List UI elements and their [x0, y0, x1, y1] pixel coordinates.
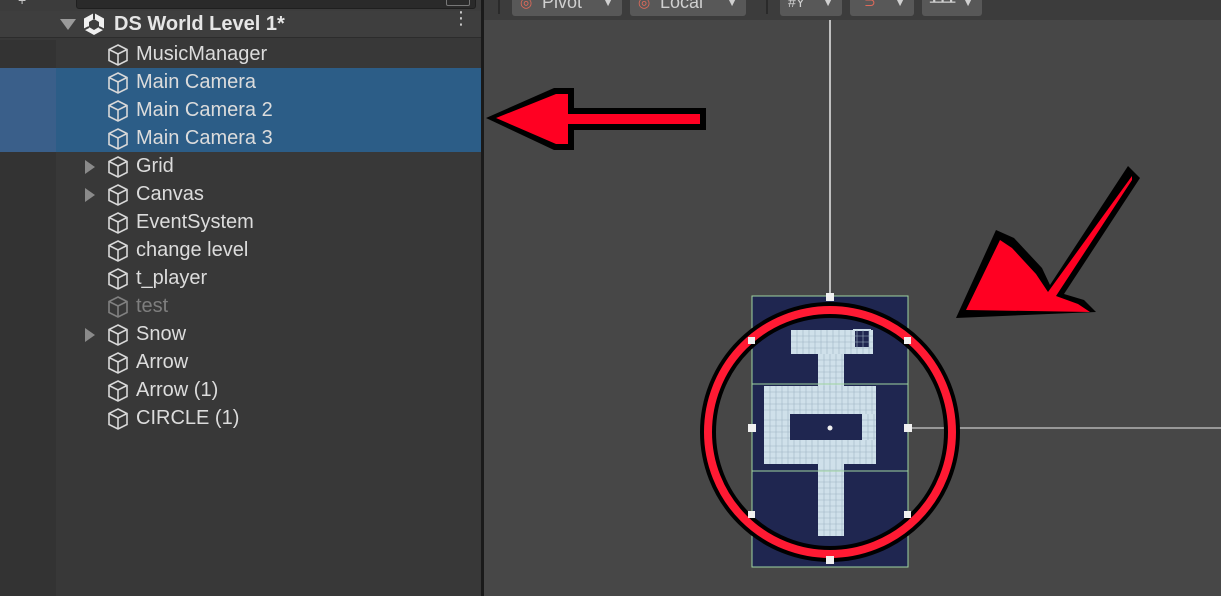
gameobject-cube-icon: [106, 379, 130, 403]
search-mode-icon[interactable]: [446, 0, 470, 6]
hierarchy-row[interactable]: Main Camera: [0, 68, 481, 96]
gameobject-cube-icon: [106, 71, 130, 95]
add-icon[interactable]: +: [18, 0, 26, 7]
hierarchy-row-label: Main Camera: [136, 71, 257, 93]
chevron-right-icon[interactable]: [85, 160, 95, 174]
gameobject-cube-icon: [106, 323, 130, 347]
hierarchy-row[interactable]: MusicManager: [0, 40, 481, 68]
hierarchy-row[interactable]: Canvas: [0, 180, 481, 208]
gameobject-cube-icon: [106, 43, 130, 67]
gameobject-cube-icon: [106, 155, 130, 179]
gameobject-cube-icon: [106, 295, 130, 319]
search-input[interactable]: [76, 0, 476, 9]
hierarchy-row[interactable]: Snow: [0, 320, 481, 348]
hierarchy-row-label: Grid: [136, 155, 174, 177]
gameobject-cube-icon: [106, 267, 130, 291]
hierarchy-row-label: test: [136, 295, 169, 317]
red-arrow-diagonal[interactable]: [956, 166, 1140, 318]
hierarchy-row[interactable]: Main Camera 3: [0, 124, 481, 152]
gameobject-cube-icon: [106, 351, 130, 375]
hierarchy-row[interactable]: EventSystem: [0, 208, 481, 236]
chevron-right-icon[interactable]: [85, 328, 95, 342]
hierarchy-row-label: Arrow: [136, 351, 189, 373]
scene-view[interactable]: ◎ Pivot ▼ ◎ Local ▼ #Y ▼ ⊃ ▼ ┸┸┸ ▼: [484, 0, 1221, 596]
chevron-right-icon[interactable]: [85, 188, 95, 202]
hierarchy-row-label: Main Camera 3: [136, 127, 273, 149]
unity-scene-icon: [83, 13, 105, 35]
red-arrow-left[interactable]: [486, 88, 706, 150]
scene-name: DS World Level 1*: [114, 13, 285, 35]
hierarchy-row-label: Canvas: [136, 183, 204, 205]
hierarchy-panel: + DS World Level 1* ⋮ MusicManager Main C…: [0, 0, 481, 596]
gameobject-cube-icon: [106, 211, 130, 235]
selection-gutter: [0, 124, 56, 152]
selection-gutter: [0, 68, 56, 96]
chevron-down-icon[interactable]: [60, 19, 76, 30]
hierarchy-row[interactable]: Arrow: [0, 348, 481, 376]
selection-gutter: [0, 96, 56, 124]
hierarchy-row-label: t_player: [136, 267, 208, 289]
hierarchy-row-label: Main Camera 2: [136, 99, 273, 121]
gameobject-cube-icon: [106, 239, 130, 263]
scene-canvas[interactable]: [484, 0, 1221, 596]
hierarchy-row-label: EventSystem: [136, 211, 254, 233]
hierarchy-row-label: Arrow (1): [136, 379, 219, 401]
hierarchy-row-label: change level: [136, 239, 249, 261]
hierarchy-row-label: MusicManager: [136, 43, 268, 65]
hierarchy-row-label: Snow: [136, 323, 187, 345]
hierarchy-row[interactable]: t_player: [0, 264, 481, 292]
hierarchy-row[interactable]: CIRCLE (1): [0, 404, 481, 432]
more-options-icon[interactable]: ⋮: [452, 9, 470, 33]
tilemap-object[interactable]: [751, 295, 909, 568]
gameobject-cube-icon: [106, 127, 130, 151]
hierarchy-row[interactable]: Grid: [0, 152, 481, 180]
hierarchy-row[interactable]: test: [0, 292, 481, 320]
scene-header-row[interactable]: DS World Level 1* ⋮: [0, 9, 481, 38]
hierarchy-row[interactable]: Arrow (1): [0, 376, 481, 404]
gameobject-cube-icon: [106, 407, 130, 431]
hierarchy-row-label: CIRCLE (1): [136, 407, 240, 429]
gameobject-cube-icon: [106, 99, 130, 123]
hierarchy-row[interactable]: Main Camera 2: [0, 96, 481, 124]
gameobject-cube-icon: [106, 183, 130, 207]
hierarchy-row[interactable]: change level: [0, 236, 481, 264]
